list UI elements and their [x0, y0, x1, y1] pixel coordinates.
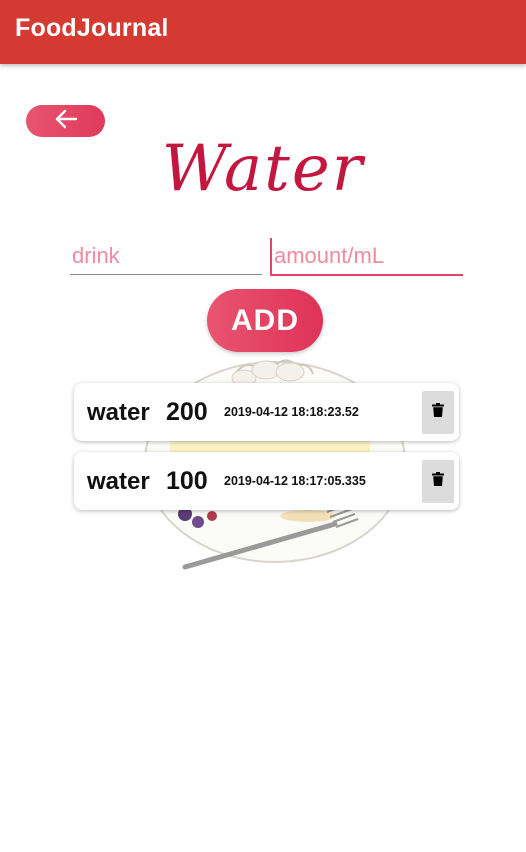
app-title: FoodJournal: [15, 14, 169, 42]
list-item: water 200 2019-04-12 18:18:23.52: [74, 383, 459, 441]
entry-amount: 200: [166, 398, 208, 426]
drink-input[interactable]: [70, 238, 262, 275]
delete-button[interactable]: [422, 391, 454, 434]
entry-timestamp: 2019-04-12 18:18:23.52: [224, 405, 359, 419]
app-bar: FoodJournal: [0, 0, 526, 64]
entry-timestamp: 2019-04-12 18:17:05.335: [224, 474, 366, 488]
add-button[interactable]: ADD: [207, 289, 323, 352]
entry-amount: 100: [166, 467, 208, 495]
trash-icon: [432, 472, 444, 491]
arrow-left-icon: [54, 109, 78, 134]
entry-name: water: [87, 468, 150, 495]
list-item: water 100 2019-04-12 18:17:05.335: [74, 452, 459, 510]
trash-icon: [432, 403, 444, 422]
delete-button[interactable]: [422, 460, 454, 503]
entry-name: water: [87, 399, 150, 426]
page-title: Water: [161, 132, 365, 206]
amount-input[interactable]: [270, 238, 463, 276]
